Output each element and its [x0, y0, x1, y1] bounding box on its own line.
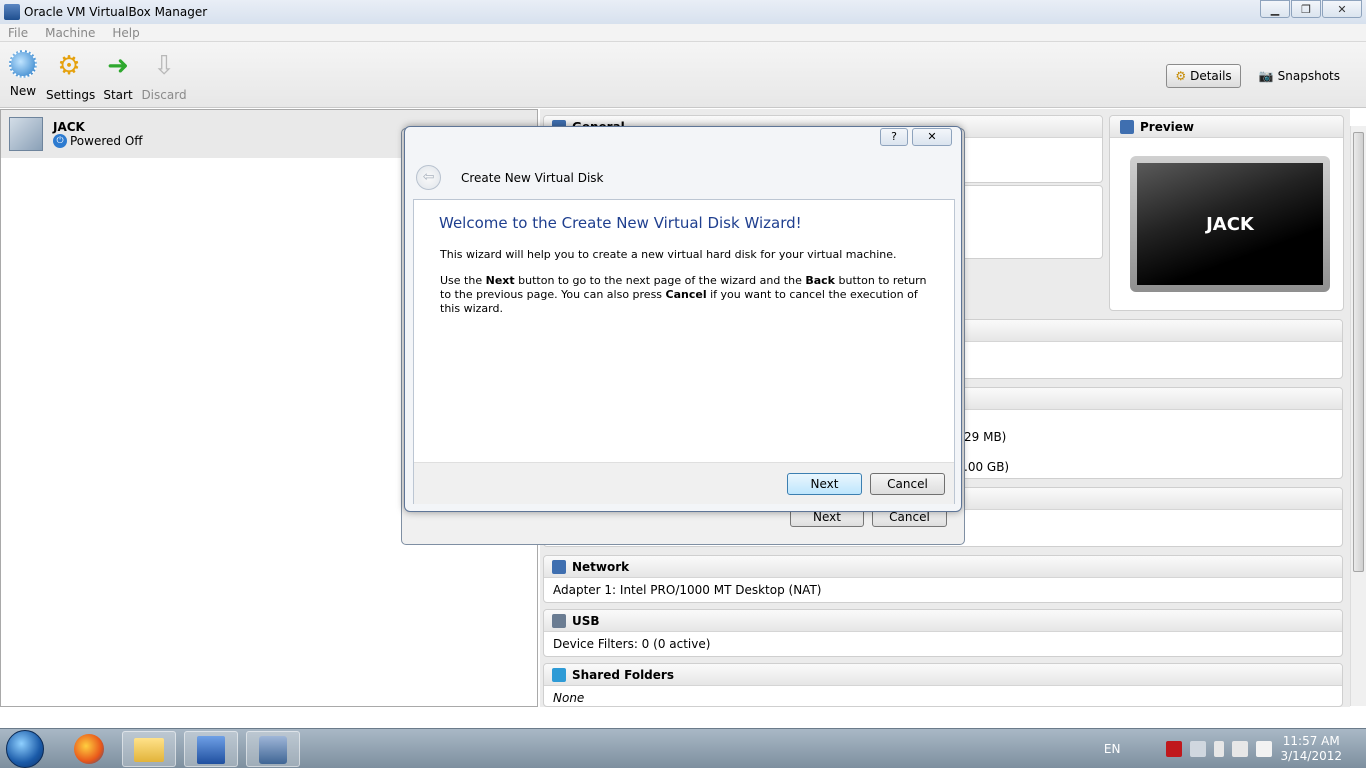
discard-button[interactable]: ⇩ Discard	[141, 50, 187, 102]
details-label: Details	[1190, 69, 1232, 83]
wizard-content: Welcome to the Create New Virtual Disk W…	[413, 199, 955, 504]
usb-icon	[552, 613, 566, 628]
wizard-instructions: Use the Next button to go to the next pa…	[440, 274, 930, 316]
camera-icon: 📷	[1258, 69, 1274, 83]
preview-screen: JACK	[1137, 163, 1323, 285]
dialog-close-button[interactable]: ✕	[912, 128, 952, 146]
snapshots-label: Snapshots	[1277, 69, 1340, 83]
window-title: Oracle VM VirtualBox Manager	[24, 5, 208, 19]
help-button[interactable]: ?	[880, 128, 908, 146]
details-button[interactable]: ⚙ Details	[1166, 64, 1241, 88]
details-scrollbar[interactable]	[1350, 126, 1366, 706]
preview-section: Preview JACK	[1109, 115, 1344, 311]
menu-bar: File Machine Help	[0, 24, 1366, 42]
view-toggle: ⚙ Details 📷 Snapshots	[1166, 64, 1348, 88]
os-icon	[9, 117, 43, 151]
start-arrow-icon: ➜	[107, 51, 129, 81]
storage-detail-memory: 29 MB)	[964, 430, 1007, 444]
network-icon	[552, 559, 566, 574]
language-indicator[interactable]: EN	[1104, 742, 1121, 756]
clock-date: 3/14/2012	[1280, 749, 1342, 763]
virtualbox-task[interactable]	[246, 731, 300, 767]
folder-icon	[134, 738, 164, 762]
preview-header[interactable]: Preview	[1110, 116, 1343, 138]
battery-icon[interactable]	[1214, 741, 1225, 757]
volume-icon[interactable]	[1232, 741, 1249, 757]
explorer-task[interactable]	[122, 731, 176, 767]
usb-header[interactable]: USB	[544, 610, 1342, 632]
folder-icon	[552, 667, 566, 682]
gear-icon: ⚙	[57, 51, 81, 81]
wizard-heading: Welcome to the Create New Virtual Disk W…	[439, 214, 802, 232]
instr-cancel: Cancel	[665, 288, 707, 301]
virtualbox-icon	[259, 736, 287, 764]
network-value: Adapter 1: Intel PRO/1000 MT Desktop (NA…	[553, 583, 822, 597]
vm-state: ⏻ Powered Off	[53, 134, 143, 148]
shared-folders-section: Shared Folders None	[543, 663, 1343, 707]
antivirus-icon[interactable]	[1166, 741, 1183, 757]
cancel-button[interactable]: Cancel	[870, 473, 945, 495]
firefox-task[interactable]	[62, 731, 116, 767]
shared-folders-title: Shared Folders	[572, 667, 674, 682]
usb-section: USB Device Filters: 0 (0 active)	[543, 609, 1343, 657]
wizard-intro-text: This wizard will help you to create a ne…	[440, 248, 897, 261]
storage-detail-disk: .00 GB)	[964, 460, 1010, 474]
menu-help[interactable]: Help	[112, 26, 139, 40]
taskbar: EN 11:57 AM 3/14/2012	[0, 728, 1366, 768]
start-label: Start	[103, 88, 133, 102]
network-header[interactable]: Network	[544, 556, 1342, 578]
instr-next: Next	[485, 274, 515, 287]
instr-part: Use the	[440, 274, 486, 287]
word-task[interactable]	[184, 731, 238, 767]
wizard-title: Create New Virtual Disk	[461, 171, 604, 185]
back-arrow-icon[interactable]: ⇦	[416, 165, 441, 190]
scrollbar-thumb[interactable]	[1353, 132, 1364, 572]
shared-folders-value: None	[553, 691, 585, 705]
vm-name: JACK	[53, 120, 85, 134]
clock-time: 11:57 AM	[1282, 734, 1340, 748]
network-section: Network Adapter 1: Intel PRO/1000 MT Des…	[543, 555, 1343, 603]
usb-value: Device Filters: 0 (0 active)	[553, 637, 711, 651]
settings-label: Settings	[46, 88, 96, 102]
new-button[interactable]: New	[0, 50, 46, 98]
wizard-footer: Next Cancel	[414, 462, 954, 504]
network-status-icon[interactable]	[1190, 741, 1207, 757]
instr-back: Back	[805, 274, 836, 287]
window-controls: ▁ ❐ ✕	[1259, 0, 1362, 18]
discard-label: Discard	[141, 88, 187, 102]
instr-part: button to go to the next page of the wiz…	[514, 274, 806, 287]
snapshots-button[interactable]: 📷 Snapshots	[1251, 64, 1348, 88]
discard-arrow-icon: ⇩	[153, 51, 175, 81]
start-button[interactable]: ➜ Start	[95, 50, 141, 102]
preview-monitor: JACK	[1130, 156, 1330, 292]
menu-file[interactable]: File	[8, 26, 28, 40]
system-tray: EN 11:57 AM 3/14/2012	[1104, 729, 1366, 768]
network-title: Network	[572, 559, 630, 574]
word-icon	[197, 736, 225, 764]
title-bar: Oracle VM VirtualBox Manager ▁ ❐ ✕	[0, 0, 1366, 24]
monitor-icon	[1120, 119, 1134, 134]
create-disk-dialog: ? ✕ ⇦ Create New Virtual Disk Welcome to…	[404, 126, 962, 512]
next-button[interactable]: Next	[787, 473, 862, 495]
flag-icon[interactable]	[1256, 741, 1273, 757]
shared-folders-header[interactable]: Shared Folders	[544, 664, 1342, 686]
toolbar: New ⚙ Settings ➜ Start ⇩ Discard	[0, 42, 1366, 108]
settings-button[interactable]: ⚙ Settings	[46, 50, 96, 102]
firefox-icon	[74, 734, 104, 764]
clock[interactable]: 11:57 AM 3/14/2012	[1280, 734, 1342, 764]
windows-start-icon[interactable]	[6, 730, 44, 768]
new-label: New	[9, 84, 37, 98]
gear-icon: ⚙	[1175, 69, 1187, 83]
vm-state-label: Powered Off	[70, 134, 143, 148]
close-button[interactable]: ✕	[1322, 0, 1362, 18]
new-vm-icon	[9, 50, 37, 78]
maximize-button[interactable]: ❐	[1291, 0, 1321, 18]
usb-title: USB	[572, 613, 600, 628]
menu-machine[interactable]: Machine	[45, 26, 95, 40]
minimize-button[interactable]: ▁	[1260, 0, 1290, 18]
power-icon: ⏻	[53, 134, 67, 148]
virtualbox-icon	[4, 4, 20, 20]
preview-title: Preview	[1140, 119, 1195, 134]
